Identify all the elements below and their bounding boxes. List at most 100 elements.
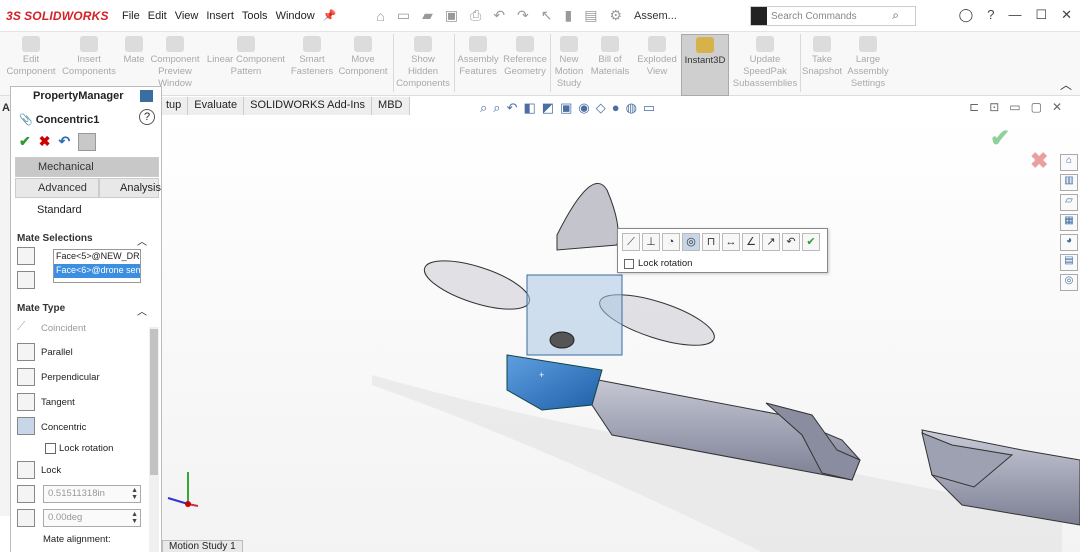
hide-show-items-icon[interactable]: ◇ [596, 100, 606, 116]
panel-pin-icon[interactable] [140, 90, 153, 102]
close-button[interactable]: ✕ [1061, 7, 1072, 23]
mate-type-header[interactable]: Mate Type [17, 303, 65, 314]
custom-properties-icon[interactable]: ▤ [1060, 254, 1078, 271]
search-icon[interactable]: ⌕ [892, 8, 899, 23]
tab-analysis[interactable]: Analysis [99, 178, 161, 198]
propeller-nose-cone[interactable] [556, 183, 619, 251]
lock-rotation-checkbox[interactable] [624, 258, 634, 269]
accept-mate-icon[interactable]: ✔ [802, 233, 820, 251]
menu-tools[interactable]: Tools [238, 10, 272, 22]
parallel-option[interactable]: Parallel [41, 347, 73, 358]
section-view-icon[interactable]: ◧ [523, 100, 535, 116]
lock-rotation-row[interactable]: Lock rotation [624, 258, 692, 269]
concentric-icon[interactable] [17, 417, 35, 435]
tab-standard[interactable]: Standard [17, 201, 102, 219]
file-properties-icon[interactable]: ▤ [584, 7, 597, 24]
reference-geometry-button[interactable]: Reference Geometry [502, 34, 548, 78]
coincident-icon[interactable]: ⟋ [17, 319, 35, 337]
tab-assembly[interactable]: tup [160, 97, 189, 115]
solidworks-resources-icon[interactable]: ⌂ [1060, 154, 1078, 171]
apply-scene-icon[interactable]: ◍ [626, 100, 637, 116]
tangent-option[interactable]: Tangent [41, 397, 75, 408]
zoom-area-icon[interactable]: ⌕ [493, 100, 500, 116]
assembly-features-button[interactable]: Assembly Features [456, 34, 500, 78]
rebuild-icon[interactable]: ▮ [565, 7, 573, 24]
lock-option[interactable]: Lock [41, 465, 61, 476]
update-speedpak-button[interactable]: Update SpeedPak Subassemblies [732, 34, 798, 90]
motor-shaft[interactable] [549, 331, 575, 349]
propeller-blade-left[interactable] [419, 251, 535, 319]
selection-item[interactable]: Face<6>@drone semi [54, 264, 140, 278]
new-document-icon[interactable]: ▭ [397, 7, 410, 24]
file-explorer-icon[interactable]: ▱ [1060, 194, 1078, 211]
redo-icon[interactable]: ↷ [517, 7, 529, 24]
parallel-mate-icon[interactable]: ⟋ [622, 233, 640, 251]
perpendicular-option[interactable]: Perpendicular [41, 372, 100, 383]
show-hidden-components-button[interactable]: Show Hidden Components [394, 34, 452, 90]
pm-scrollbar[interactable] [149, 327, 159, 552]
collapse-chevron-icon[interactable]: ︿ [137, 303, 147, 318]
tab-mechanical[interactable]: Mechanical [15, 157, 159, 177]
distance-spinner-icon[interactable]: ▲ ▼ [131, 487, 138, 501]
mate-button[interactable]: Mate [120, 34, 148, 66]
user-account-icon[interactable]: ◯ [959, 7, 974, 23]
viewport-minimize-icon[interactable]: ▭ [1009, 100, 1020, 114]
menu-view[interactable]: View [171, 10, 203, 22]
angle-mate-icon[interactable]: ∠ [742, 233, 760, 251]
lock-rotation-checkbox[interactable] [45, 443, 56, 454]
collapse-ribbon-icon[interactable]: ︿ [1060, 76, 1072, 93]
help-icon[interactable]: ? [139, 109, 155, 125]
coincident-option[interactable]: Coincident [41, 323, 86, 334]
display-style-icon[interactable]: ◉ [578, 100, 589, 116]
tangent-mate-icon[interactable]: ◔ [662, 233, 680, 251]
home-icon[interactable]: ⌂ [376, 8, 384, 24]
zoom-to-fit-icon[interactable]: ⌕ [480, 100, 487, 116]
dynamic-annotation-icon[interactable]: ◩ [542, 100, 554, 116]
pm-scrollbar-thumb[interactable] [150, 329, 158, 475]
menu-insert[interactable]: Insert [202, 10, 238, 22]
options-gear-icon[interactable]: ⚙ [609, 7, 622, 24]
confirm-check-icon[interactable]: ✔ [990, 124, 1010, 153]
parallel-icon[interactable] [17, 343, 35, 361]
solidworks-forum-icon[interactable]: ◎ [1060, 274, 1078, 291]
view-settings-icon[interactable]: ▭ [643, 100, 655, 116]
restore-view-icon[interactable]: ⊡ [989, 100, 999, 114]
mate-selection-list[interactable]: Face<5>@NEW_DRO Face<6>@drone semi [53, 249, 141, 283]
tab-evaluate[interactable]: Evaluate [188, 97, 245, 115]
split-view-icon[interactable]: ⊏ [969, 100, 979, 114]
distance-mate-icon[interactable]: ↔ [722, 233, 740, 251]
distance-icon[interactable] [17, 485, 35, 503]
lock-icon[interactable] [17, 461, 35, 479]
tab-mbd[interactable]: MBD [372, 97, 410, 115]
tab-advanced[interactable]: Advanced [15, 178, 99, 198]
flip-alignment-icon[interactable]: ↗ [762, 233, 780, 251]
minimize-button[interactable]: — [1008, 7, 1021, 23]
undo-mate-icon[interactable]: ↶ [782, 233, 800, 251]
view-palette-icon[interactable]: ▦ [1060, 214, 1078, 231]
component-preview-window-button[interactable]: Component Preview Window [148, 34, 202, 90]
collapse-chevron-icon[interactable]: ︿ [137, 233, 147, 248]
viewport-close-icon[interactable]: ✕ [1052, 100, 1062, 114]
motor-mount-selected[interactable] [506, 354, 603, 411]
angle-input[interactable]: 0.00deg ▲ ▼ [43, 509, 141, 527]
edit-component-button[interactable]: Edit Component [4, 34, 58, 78]
selection-item[interactable]: Face<5>@NEW_DRO [54, 250, 140, 264]
perpendicular-mate-icon[interactable]: ⊥ [642, 233, 660, 251]
view-orientation-icon[interactable]: ▣ [560, 100, 572, 116]
graphics-viewport[interactable]: + [162, 115, 1080, 552]
move-component-button[interactable]: Move Component [336, 34, 390, 78]
tab-solidworks-addins[interactable]: SOLIDWORKS Add-Ins [244, 97, 373, 115]
solidworks-logo[interactable]: 3S SOLIDWORKS [0, 9, 118, 23]
help-icon[interactable]: ? [987, 7, 994, 23]
cancel-button[interactable]: ✖ [39, 133, 51, 151]
new-motion-study-button[interactable]: New Motion Study [552, 34, 586, 90]
perpendicular-icon[interactable] [17, 368, 35, 386]
angle-spinner-icon[interactable]: ▲ ▼ [131, 511, 138, 525]
save-icon[interactable]: ▣ [445, 7, 458, 24]
maximize-button[interactable]: ☐ [1035, 7, 1047, 23]
cancel-x-icon[interactable]: ✖ [1030, 148, 1048, 174]
print-icon[interactable]: ⎙ [470, 7, 481, 24]
lock-mate-icon[interactable]: ⊓ [702, 233, 720, 251]
large-assembly-settings-button[interactable]: Large Assembly Settings [844, 34, 892, 90]
angle-icon[interactable] [17, 509, 35, 527]
